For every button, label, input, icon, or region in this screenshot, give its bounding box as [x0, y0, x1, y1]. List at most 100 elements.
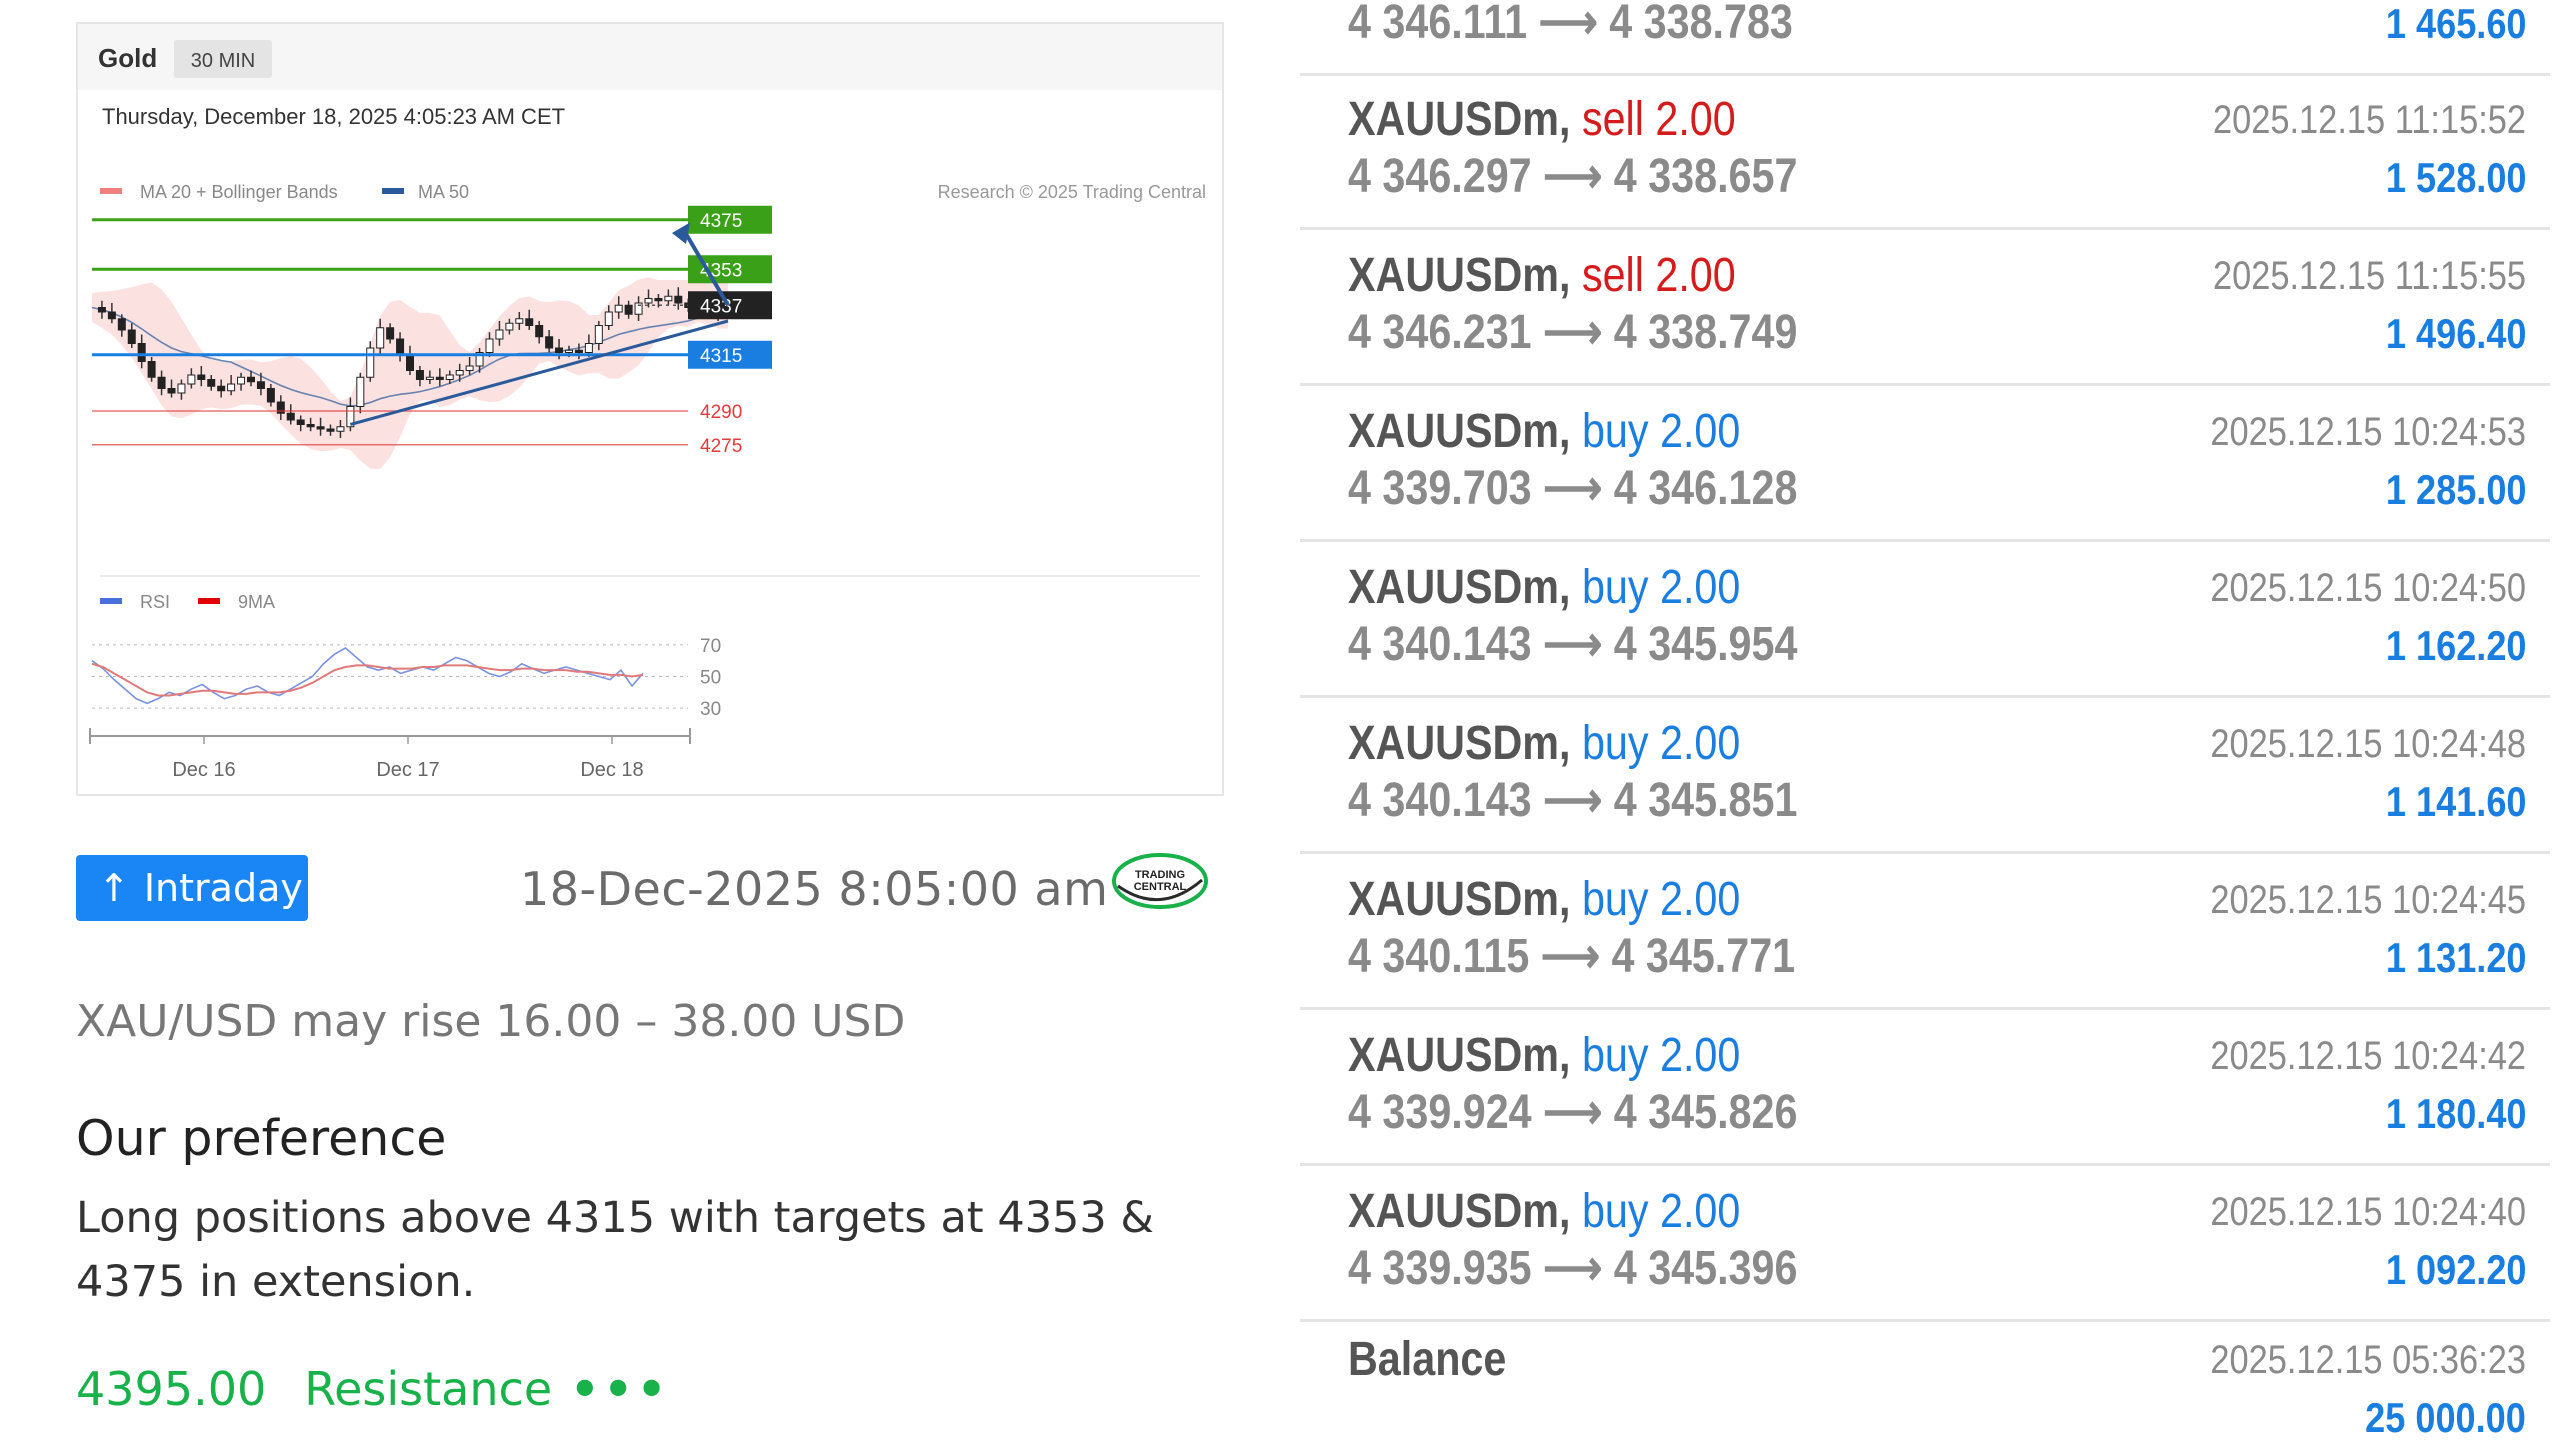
intraday-button[interactable]: ↑ Intraday — [76, 855, 308, 921]
trade-row[interactable]: XAUUSDm, buy 2.00 4 339.935 ⟶ 4 345.396 … — [1300, 1168, 2550, 1322]
trade-row[interactable]: XAUUSDm, buy 2.00 4 340.115 ⟶ 4 345.771 … — [1300, 856, 2550, 1010]
trade-profit: 1 496.40 — [2385, 310, 2526, 357]
candle-body — [415, 370, 424, 380]
x-tick-label: Dec 17 — [376, 759, 439, 781]
candle-body — [197, 374, 206, 380]
forecast-arrow-head — [672, 222, 690, 244]
arrow-right-icon: ⟶ — [1543, 618, 1603, 671]
signal-panel: Gold 30 MIN Thursday, December 18, 2025 … — [0, 0, 1270, 1440]
arrow-right-icon: ⟶ — [1543, 462, 1603, 515]
candle-body — [555, 347, 564, 353]
trade-prices: 4 339.924 ⟶ 4 345.826 — [1348, 1086, 1798, 1139]
arrow-right-icon: ⟶ — [1543, 774, 1603, 827]
trade-symbol: XAUUSDm, buy 2.00 — [1348, 873, 1741, 926]
candle-body — [535, 325, 544, 338]
rsi-tick-70: 70 — [700, 636, 721, 657]
rsi-ma-legend-label: 9MA — [238, 592, 275, 612]
trade-row[interactable]: XAUUSDm, sell 2.00 4 346.297 ⟶ 4 338.657… — [1300, 76, 2550, 230]
rsi-tick-50: 50 — [700, 668, 721, 689]
signal-headline: XAU/USD may rise 16.00 – 38.00 USD — [76, 996, 906, 1047]
ma20-legend-swatch — [100, 188, 122, 194]
candle-body — [217, 385, 226, 392]
trade-prices: 4 346.231 ⟶ 4 338.749 — [1348, 306, 1798, 359]
candle-body — [664, 295, 673, 302]
current-label-4337: 4337 — [700, 296, 742, 317]
candle-body — [167, 388, 176, 394]
arrow-right-icon: ⟶ — [1543, 306, 1603, 359]
preference-title: Our preference — [76, 1110, 447, 1167]
balance-row[interactable]: Balance 2025.12.15 05:36:23 25 000.00 — [1300, 1320, 2550, 1441]
trade-prices: 4 346.297 ⟶ 4 338.657 — [1348, 150, 1798, 203]
rsi-legend-swatch — [100, 598, 122, 604]
candle-body — [107, 311, 116, 320]
arrow-right-icon: ⟶ — [1543, 150, 1603, 203]
trade-time: 2025.12.15 11:15:52 — [2212, 98, 2526, 142]
level-label: Resistance — [304, 1362, 553, 1416]
trade-time: 2025.12.15 10:24:50 — [2210, 566, 2526, 610]
candle-body — [574, 349, 583, 353]
trade-symbol: XAUUSDm, sell 2.00 — [1348, 249, 1736, 302]
trade-symbol: XAUUSDm, buy 2.00 — [1348, 717, 1741, 770]
x-tick-label: Dec 16 — [172, 759, 235, 781]
arrow-right-icon: ⟶ — [1543, 1086, 1603, 1139]
arrow-up-icon: ↑ — [98, 866, 130, 910]
rsi-tick-30: 30 — [700, 699, 721, 720]
candle-body — [485, 338, 494, 353]
candle-body — [247, 376, 255, 383]
resistance-label-4375: 4375 — [700, 211, 742, 232]
trade-symbol: XAUUSDm, buy 2.00 — [1348, 1029, 1741, 1082]
trade-row[interactable]: XAUUSDm, buy 2.00 4 339.703 ⟶ 4 346.128 … — [1300, 388, 2550, 542]
support-label-4290: 4290 — [700, 402, 742, 423]
trade-time: 2025.12.15 10:24:48 — [2210, 722, 2526, 766]
trade-row[interactable]: XAUUSDm, buy 2.00 4 340.143 ⟶ 4 345.851 … — [1300, 700, 2550, 854]
trade-symbol: XAUUSDm, sell 2.00 — [1348, 93, 1736, 146]
analysis-chart-card[interactable]: Gold 30 MIN Thursday, December 18, 2025 … — [76, 22, 1224, 796]
candle-body — [376, 327, 385, 349]
candle-body — [266, 388, 275, 403]
trade-profit: 1 162.20 — [2385, 622, 2526, 669]
trade-history-list: 4 346.111 ⟶ 4 338.783 1 465.60 XAUUSDm, … — [1300, 0, 2560, 1441]
candle-body — [565, 349, 573, 353]
trade-time: 2025.12.15 10:24:45 — [2210, 878, 2526, 922]
price-panel: 437543534337431542904275 — [91, 205, 772, 470]
candle-body — [505, 322, 514, 331]
candle-body — [306, 424, 315, 428]
timeframe-label: 30 MIN — [191, 50, 255, 72]
candle-body — [644, 298, 653, 304]
arrow-right-icon: ⟶ — [1543, 1242, 1603, 1295]
candle-body — [425, 376, 434, 380]
trade-row[interactable]: XAUUSDm, buy 2.00 4 339.924 ⟶ 4 345.826 … — [1300, 1012, 2550, 1166]
trade-profit: 1 131.20 — [2385, 934, 2526, 981]
candle-body — [366, 347, 375, 378]
trade-profit: 1 141.60 — [2385, 778, 2526, 825]
trade-prices: 4 340.115 ⟶ 4 345.771 — [1348, 930, 1796, 983]
rsi-ma-legend-swatch — [198, 598, 220, 604]
trade-row[interactable]: XAUUSDm, buy 2.00 4 340.143 ⟶ 4 345.954 … — [1300, 544, 2550, 698]
more-dots-icon[interactable]: ••• — [570, 1362, 670, 1416]
candle-body — [406, 354, 414, 371]
trade-profit: 1 465.60 — [2385, 0, 2526, 47]
candle-body — [286, 412, 295, 421]
instrument-label: Gold — [98, 43, 157, 73]
trade-time: 2025.12.15 10:24:40 — [2210, 1190, 2526, 1234]
candle-body — [654, 298, 663, 302]
balance-time: 2025.12.15 05:36:23 — [2210, 1338, 2526, 1382]
candle-body — [97, 307, 106, 313]
trade-symbol: XAUUSDm, buy 2.00 — [1348, 405, 1741, 458]
support-label-4275: 4275 — [700, 436, 742, 457]
trade-row[interactable]: XAUUSDm, sell 2.00 4 346.231 ⟶ 4 338.749… — [1300, 232, 2550, 386]
logo-line2: CENTRAL — [1134, 881, 1187, 893]
candle-body — [604, 311, 613, 326]
candle-body — [296, 419, 305, 425]
resistance-level[interactable]: 4395.00 Resistance ••• — [76, 1362, 670, 1416]
trade-row[interactable]: 4 346.111 ⟶ 4 338.783 1 465.60 — [1300, 0, 2550, 76]
candle-body — [356, 376, 365, 407]
x-tick-label: Dec 18 — [580, 759, 643, 781]
candle-body — [525, 318, 534, 326]
candle-body — [435, 376, 444, 380]
logo-line1: TRADING — [1135, 869, 1185, 881]
trade-profit: 1 180.40 — [2385, 1090, 2526, 1137]
chart-datetime: Thursday, December 18, 2025 4:05:23 AM C… — [102, 104, 565, 129]
candle-body — [117, 318, 126, 331]
candle-body — [495, 329, 504, 340]
